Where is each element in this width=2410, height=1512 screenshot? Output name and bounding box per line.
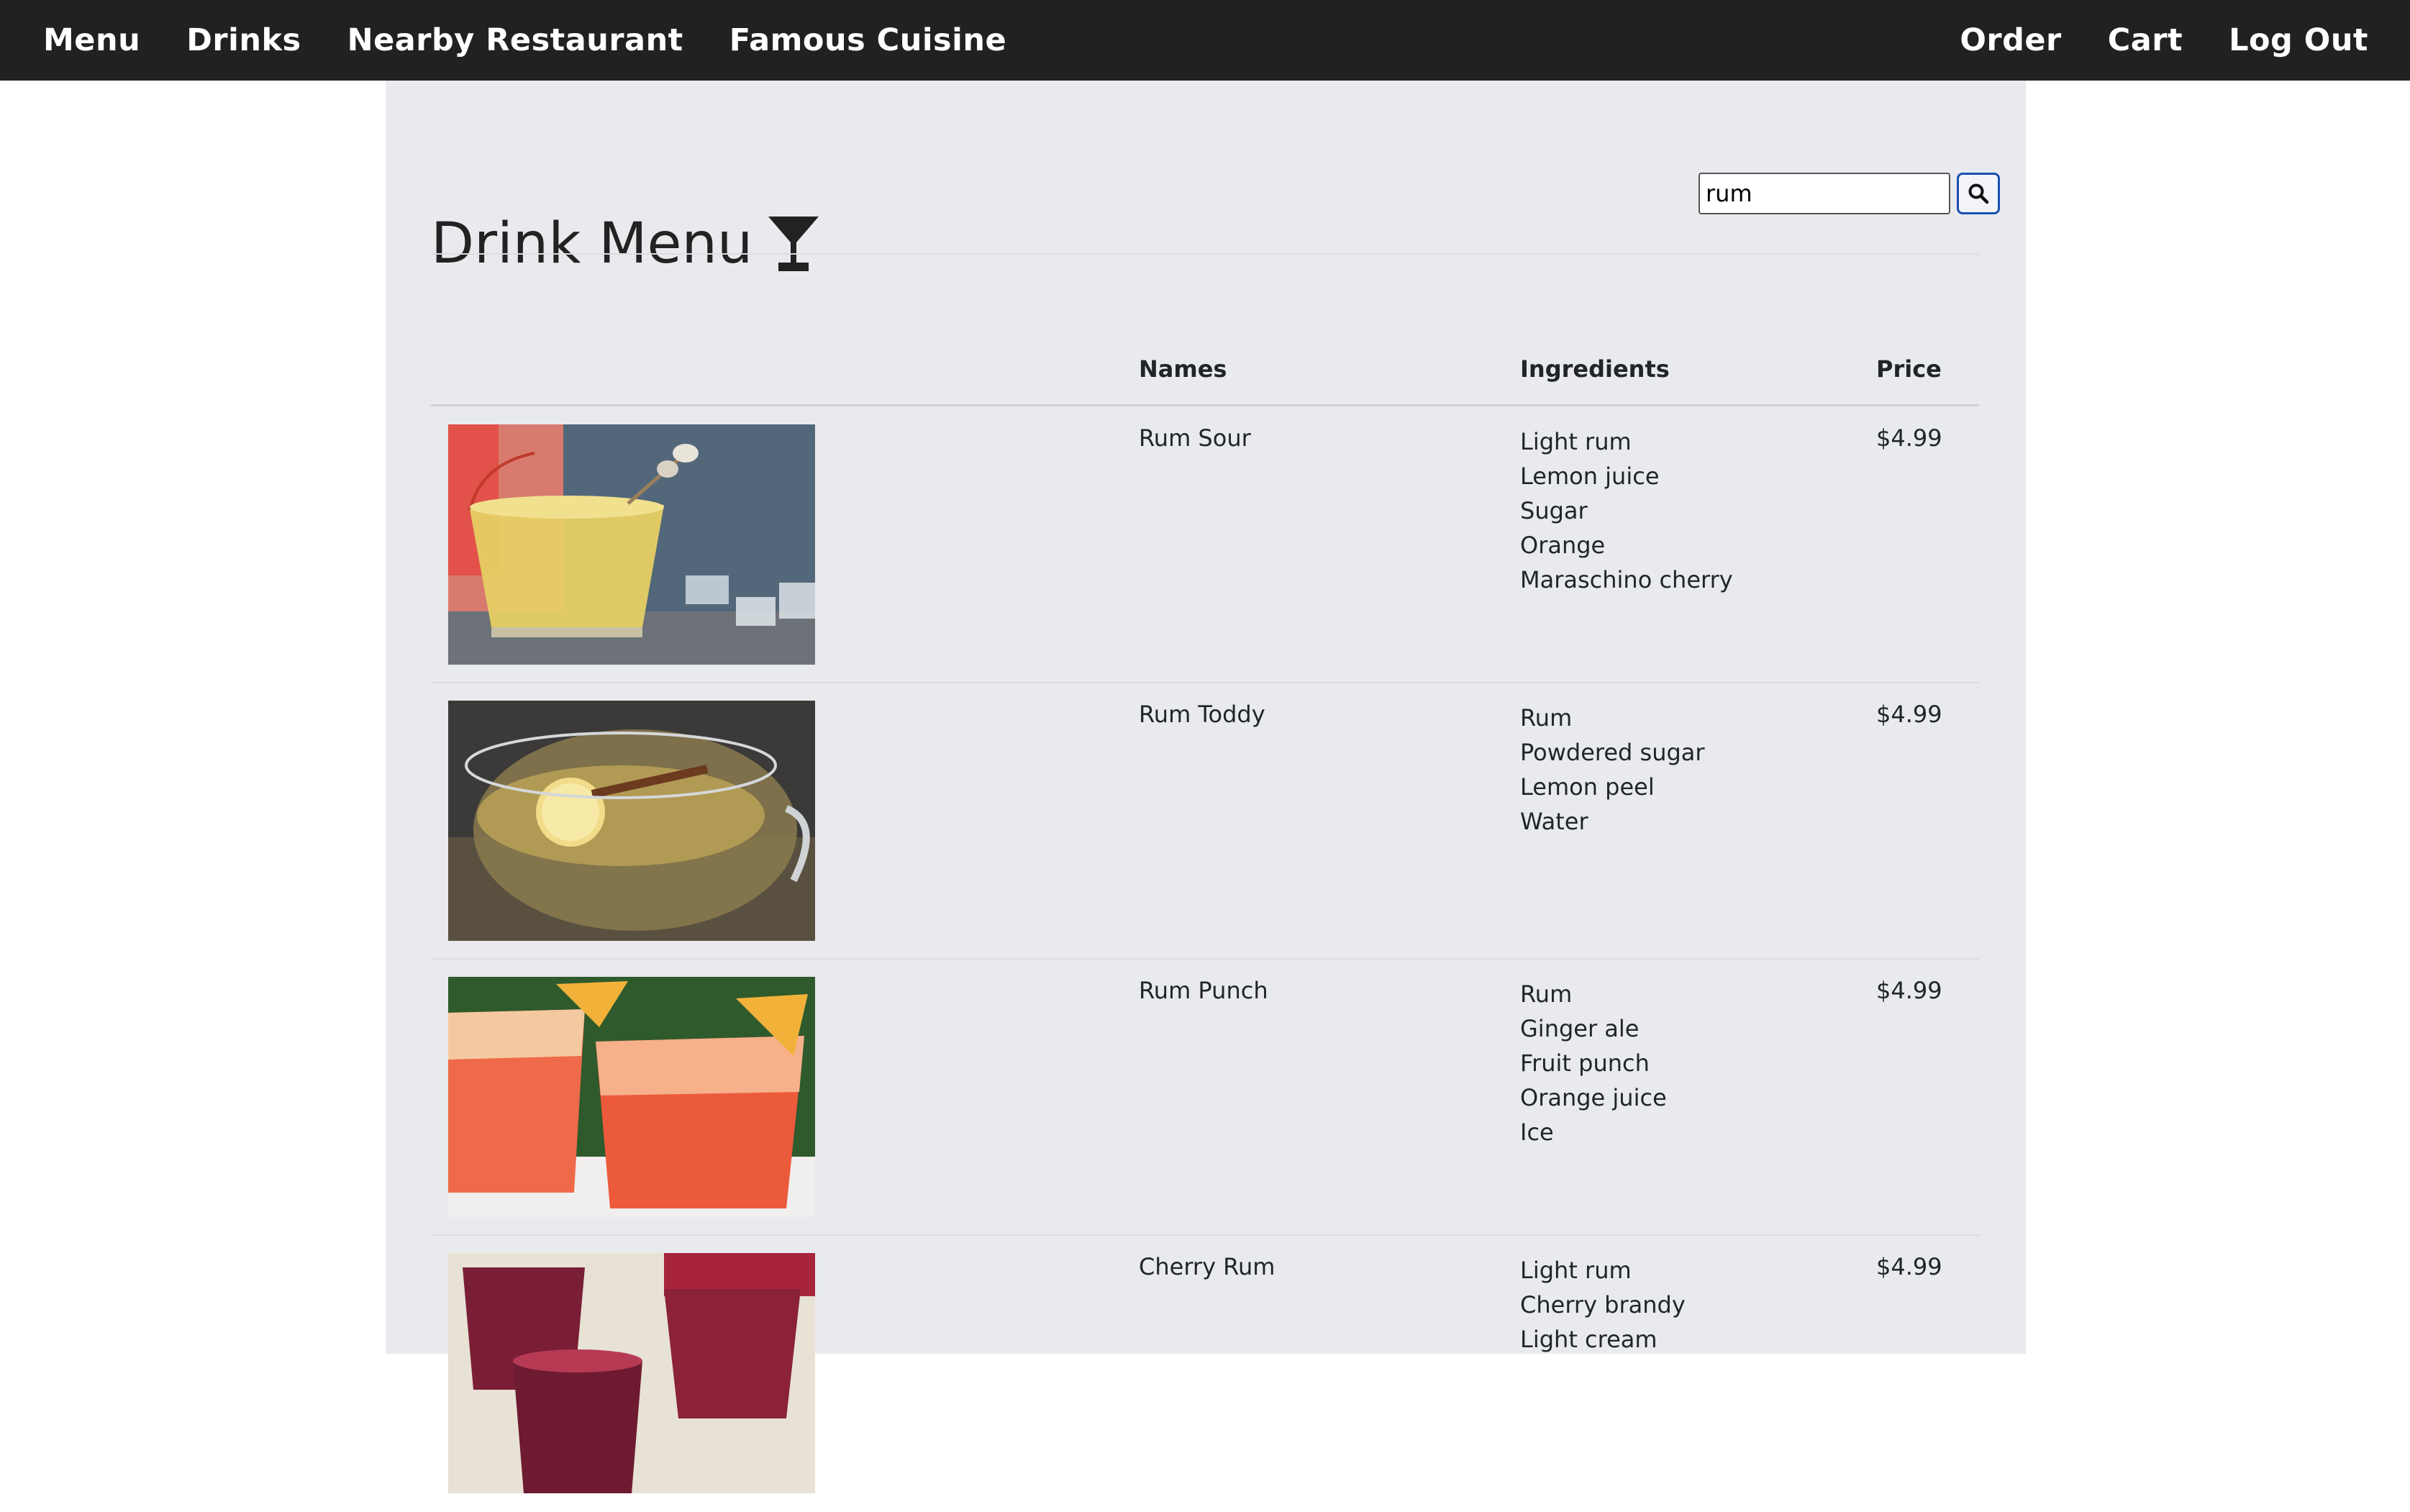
ingredient-item: Orange [1520,532,1606,559]
drink-price: $4.99 [1876,977,1942,1004]
ingredient-item: Ginger ale [1520,1015,1640,1042]
table-row: Cherry Rum Light rum Cherry brandy Light… [431,1236,1979,1512]
drink-image-rum-sour [448,424,815,665]
header-price: Price [1876,355,1942,383]
drink-name: Rum Sour [1139,424,1251,452]
ingredient-item: Ice [1520,1119,1554,1146]
nav-link-cart[interactable]: Cart [2108,22,2183,58]
drink-image-cherry-rum [448,1253,815,1493]
ingredient-item: Orange juice [1520,1084,1667,1111]
table-row: Rum Toddy Rum Powdered sugar Lemon peel … [431,683,1979,960]
search-input[interactable] [1699,173,1950,214]
ingredient-item: Sugar [1520,497,1588,524]
nav-link-order[interactable]: Order [1960,22,2061,58]
ingredient-item: Lemon juice [1520,463,1660,490]
ingredient-list: Light rum Lemon juice Sugar Orange Maras… [1520,424,1733,597]
nav-link-drinks[interactable]: Drinks [186,22,301,58]
nav-left-group: Menu Drinks Nearby Restaurant Famous Cui… [0,0,1052,81]
ingredient-item: Light rum [1520,428,1632,455]
page-title: Drink Menu [431,211,820,276]
search-button[interactable] [1957,173,2000,214]
ingredient-item: Light rum [1520,1257,1632,1284]
nav-link-famous-cuisine[interactable]: Famous Cuisine [729,22,1006,58]
table-top-border [431,253,1979,255]
nav-link-nearby-restaurant[interactable]: Nearby Restaurant [347,22,683,58]
nav-link-menu[interactable]: Menu [43,22,140,58]
ingredient-list: Rum Ginger ale Fruit punch Orange juice … [1520,977,1667,1149]
ingredient-item: Rum [1520,704,1573,732]
nav-link-log-out[interactable]: Log Out [2229,22,2368,58]
ingredient-list: Light rum Cherry brandy Light cream [1520,1253,1686,1357]
ingredient-item: Light cream [1520,1326,1658,1353]
ingredient-item: Lemon peel [1520,773,1655,801]
drink-name: Rum Toddy [1139,701,1265,728]
drink-price: $4.99 [1876,701,1942,728]
page-title-text: Drink Menu [431,211,753,277]
ingredient-item: Maraschino cherry [1520,566,1733,593]
top-navbar: Menu Drinks Nearby Restaurant Famous Cui… [0,0,2410,81]
nav-right-group: Order Cart Log Out [1960,0,2410,81]
drink-price: $4.99 [1876,424,1942,452]
drink-image-rum-punch [448,977,815,1217]
drink-image-rum-toddy [448,701,815,941]
ingredient-item: Fruit punch [1520,1049,1650,1077]
ingredient-item: Powdered sugar [1520,739,1705,766]
cocktail-glass-icon [768,217,819,272]
header-divider [431,404,1979,406]
ingredient-list: Rum Powdered sugar Lemon peel Water [1520,701,1705,839]
main-content: Drink Menu Names Ingredients Price [386,81,2026,1493]
drink-name: Cherry Rum [1139,1253,1276,1280]
search-icon [1968,183,1989,204]
drink-price: $4.99 [1876,1253,1942,1280]
drink-name: Rum Punch [1139,977,1268,1004]
header-ingredients: Ingredients [1520,355,1670,383]
table-row: Rum Sour Light rum Lemon juice Sugar Ora… [431,407,1979,683]
table-row: Rum Punch Rum Ginger ale Fruit punch Ora… [431,960,1979,1236]
header-names: Names [1139,355,1227,383]
ingredient-item: Water [1520,808,1588,835]
ingredient-item: Rum [1520,980,1573,1008]
ingredient-item: Cherry brandy [1520,1291,1686,1319]
